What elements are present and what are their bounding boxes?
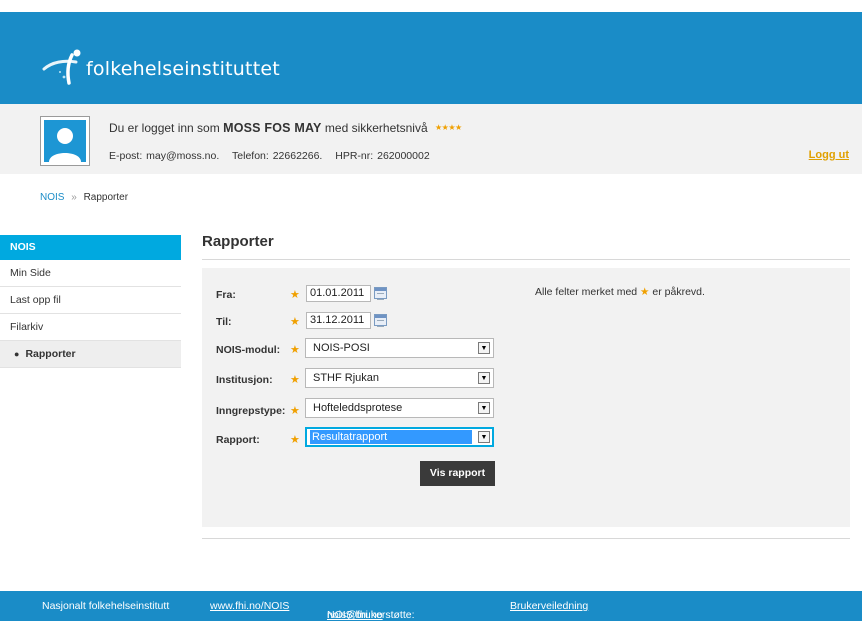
avatar bbox=[40, 116, 90, 166]
footer-guide-link[interactable]: Brukerveiledning bbox=[510, 600, 588, 612]
fra-label: Fra: bbox=[216, 289, 236, 301]
security-level-stars: ★★★★ bbox=[435, 123, 462, 132]
chevron-down-icon[interactable]: ▼ bbox=[478, 372, 490, 384]
star-icon: ★ bbox=[434, 123, 442, 132]
nois-modul-value: NOIS-POSI bbox=[313, 342, 370, 354]
inngrepstype-select[interactable]: Hofteleddsprotese ▼ bbox=[305, 398, 494, 418]
user-hpr: HPR-nr: 262000002 bbox=[335, 150, 430, 162]
avatar-icon bbox=[44, 120, 86, 162]
rapport-value: Resultatrapport bbox=[310, 430, 472, 444]
calendar-icon[interactable] bbox=[374, 287, 387, 300]
chevron-down-icon[interactable]: ▼ bbox=[478, 342, 490, 354]
institusjon-value: STHF Rjukan bbox=[313, 372, 380, 384]
star-icon: ★ bbox=[448, 123, 455, 132]
required-star-icon: ★ bbox=[290, 374, 300, 386]
footer-link-nois[interactable]: www.fhi.no/NOIS bbox=[210, 600, 289, 612]
footer-org: Nasjonalt folkehelseinstitutt bbox=[42, 600, 170, 612]
required-star-icon: ★ bbox=[290, 344, 300, 356]
divider bbox=[202, 259, 850, 260]
breadcrumb-current: Rapporter bbox=[83, 192, 129, 203]
sidebar-item-rapporter[interactable]: ● Rapporter bbox=[0, 341, 181, 368]
fra-date-input[interactable]: 01.01.2011 bbox=[306, 285, 371, 302]
user-phone: Telefon: 22662266. bbox=[232, 150, 323, 162]
inngrepstype-value: Hofteleddsprotese bbox=[313, 402, 403, 414]
breadcrumb-separator: » bbox=[71, 192, 77, 203]
divider bbox=[202, 538, 850, 539]
breadcrumb: NOIS » Rapporter bbox=[40, 192, 128, 203]
site-logo[interactable]: folkehelseinstituttet bbox=[42, 47, 280, 87]
sidebar: NOIS Min Side Last opp fil Filarkiv ● Rap… bbox=[0, 235, 181, 368]
institusjon-label: Institusjon: bbox=[216, 374, 273, 386]
required-fields-note: Alle felter merket med ★ er påkrevd. bbox=[535, 286, 705, 298]
bullet-icon: ● bbox=[14, 349, 20, 359]
rapport-select[interactable]: Resultatrapport ▼ bbox=[305, 427, 494, 447]
login-status-text: Du er logget inn som MOSS FOS MAY med si… bbox=[109, 121, 462, 135]
sidebar-item-filarkiv[interactable]: Filarkiv bbox=[0, 314, 181, 341]
site-header: folkehelseinstituttet bbox=[0, 12, 862, 104]
institusjon-select[interactable]: STHF Rjukan ▼ bbox=[305, 368, 494, 388]
sidebar-item-last-opp-fil[interactable]: Last opp fil bbox=[0, 287, 181, 314]
sidebar-header[interactable]: NOIS bbox=[0, 235, 181, 260]
calendar-icon[interactable] bbox=[374, 314, 387, 327]
vis-rapport-button[interactable]: Vis rapport bbox=[420, 461, 495, 486]
user-contact-info: E-post: may@moss.no. Telefon: 22662266. … bbox=[109, 150, 439, 162]
chevron-down-icon[interactable]: ▼ bbox=[478, 431, 490, 443]
user-email: E-post: may@moss.no. bbox=[109, 150, 220, 162]
star-icon: ★ bbox=[454, 123, 462, 132]
required-star-icon: ★ bbox=[290, 289, 300, 301]
sidebar-item-label: Filarkiv bbox=[10, 321, 44, 333]
required-star-icon: ★ bbox=[290, 434, 300, 446]
sidebar-item-label: Last opp fil bbox=[10, 294, 61, 306]
footer-support-email[interactable]: nois@fhi.no bbox=[327, 609, 383, 621]
inngrepstype-label: Inngrepstype: bbox=[216, 405, 286, 417]
chevron-down-icon[interactable]: ▼ bbox=[478, 402, 490, 414]
nois-modul-label: NOIS-modul: bbox=[216, 344, 281, 356]
logo-text: folkehelseinstituttet bbox=[86, 58, 280, 80]
star-icon: ★ bbox=[640, 286, 650, 298]
required-star-icon: ★ bbox=[290, 316, 300, 328]
user-name: MOSS FOS MAY bbox=[223, 121, 322, 135]
user-info-bar: Du er logget inn som MOSS FOS MAY med si… bbox=[0, 104, 862, 174]
report-form-panel bbox=[202, 268, 850, 527]
site-footer: Nasjonalt folkehelseinstitutt www.fhi.no… bbox=[0, 591, 862, 621]
sidebar-item-label: Rapporter bbox=[25, 348, 76, 360]
page-title: Rapporter bbox=[202, 233, 274, 250]
nois-modul-select[interactable]: NOIS-POSI ▼ bbox=[305, 338, 494, 358]
sidebar-item-min-side[interactable]: Min Side bbox=[0, 260, 181, 287]
sidebar-item-label: Min Side bbox=[10, 267, 51, 279]
til-label: Til: bbox=[216, 316, 232, 328]
logo-mark-icon bbox=[42, 47, 84, 87]
til-date-input[interactable]: 31.12.2011 bbox=[306, 312, 371, 329]
required-star-icon: ★ bbox=[290, 405, 300, 417]
rapport-label: Rapport: bbox=[216, 434, 260, 446]
breadcrumb-root[interactable]: NOIS bbox=[40, 192, 64, 203]
logout-link[interactable]: Logg ut bbox=[809, 149, 849, 161]
